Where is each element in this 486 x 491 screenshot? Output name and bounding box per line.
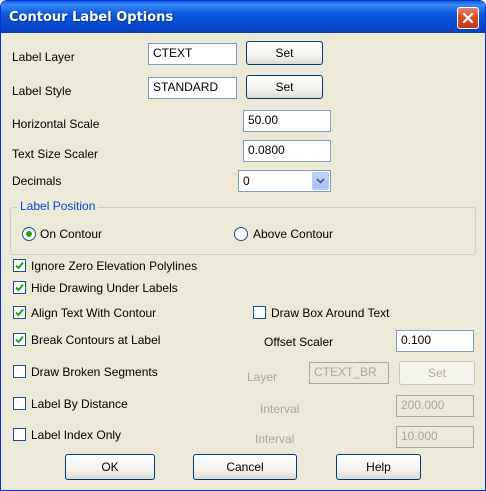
cancel-button[interactable]: Cancel (193, 454, 297, 480)
ok-button[interactable]: OK (65, 454, 155, 480)
index-interval-label: Interval (255, 432, 295, 446)
offset-scaler-label: Offset Scaler (264, 335, 334, 349)
on-contour-label[interactable]: On Contour (40, 227, 102, 241)
help-button[interactable]: Help (336, 454, 421, 480)
label-style-field[interactable]: STANDARD (148, 77, 237, 99)
label-layer-set-button[interactable]: Set (246, 41, 323, 65)
text-size-scaler-field[interactable]: 0.0800 (243, 140, 331, 162)
broken-layer-set-button[interactable]: Set (399, 361, 475, 385)
close-button[interactable] (457, 7, 479, 29)
label-style-label: Label Style (12, 84, 72, 98)
hide-drawing-label[interactable]: Hide Drawing Under Labels (31, 281, 178, 295)
above-contour-label[interactable]: Above Contour (253, 227, 333, 241)
label-by-distance-label[interactable]: Label By Distance (31, 397, 128, 411)
align-text-label[interactable]: Align Text With Contour (31, 306, 156, 320)
label-index-only-label[interactable]: Label Index Only (31, 428, 121, 442)
break-contours-checkbox[interactable] (13, 333, 26, 346)
draw-box-checkbox[interactable] (253, 306, 266, 319)
decimals-dropdown[interactable]: 0 (238, 170, 331, 192)
break-contours-label[interactable]: Break Contours at Label (31, 333, 160, 347)
label-style-set-button[interactable]: Set (246, 75, 323, 99)
above-contour-radio[interactable] (234, 227, 248, 241)
chevron-down-icon (316, 178, 325, 184)
close-icon (462, 12, 474, 24)
dialog-body: Label Layer CTEXT Set Label Style STANDA… (4, 33, 482, 488)
text-size-scaler-label: Text Size Scaler (12, 147, 99, 161)
label-layer-field[interactable]: CTEXT (148, 43, 237, 65)
contour-label-options-dialog: Contour Label Options Label Layer CTEXT … (0, 0, 486, 491)
label-layer-label: Label Layer (12, 50, 75, 64)
checkmark-icon (15, 283, 24, 292)
hide-drawing-checkbox[interactable] (13, 281, 26, 294)
decimals-value: 0 (243, 174, 250, 188)
ignore-zero-label[interactable]: Ignore Zero Elevation Polylines (31, 259, 197, 273)
align-text-checkbox[interactable] (13, 306, 26, 319)
broken-layer-label: Layer (247, 370, 278, 384)
dropdown-arrow[interactable] (312, 172, 329, 190)
draw-box-label[interactable]: Draw Box Around Text (271, 306, 390, 320)
horizontal-scale-label: Horizontal Scale (12, 117, 100, 131)
index-interval-field[interactable]: 10.000 (396, 426, 474, 448)
checkmark-icon (15, 261, 24, 270)
window-title: Contour Label Options (9, 10, 174, 25)
horizontal-scale-field[interactable]: 50.00 (243, 110, 331, 132)
distance-interval-label: Interval (260, 402, 300, 416)
on-contour-radio[interactable] (22, 227, 36, 241)
draw-broken-label[interactable]: Draw Broken Segments (31, 365, 158, 379)
distance-interval-field[interactable]: 200.000 (396, 395, 474, 417)
checkmark-icon (15, 335, 24, 344)
draw-broken-checkbox[interactable] (13, 365, 26, 378)
label-position-title: Label Position (17, 199, 99, 213)
title-bar[interactable]: Contour Label Options (1, 1, 485, 33)
checkmark-icon (15, 308, 24, 317)
label-index-only-checkbox[interactable] (13, 428, 26, 441)
ignore-zero-checkbox[interactable] (13, 259, 26, 272)
broken-layer-field[interactable]: CTEXT_BR (309, 362, 389, 384)
decimals-label: Decimals (12, 174, 62, 188)
label-by-distance-checkbox[interactable] (13, 397, 26, 410)
offset-scaler-field[interactable]: 0.100 (396, 330, 474, 352)
